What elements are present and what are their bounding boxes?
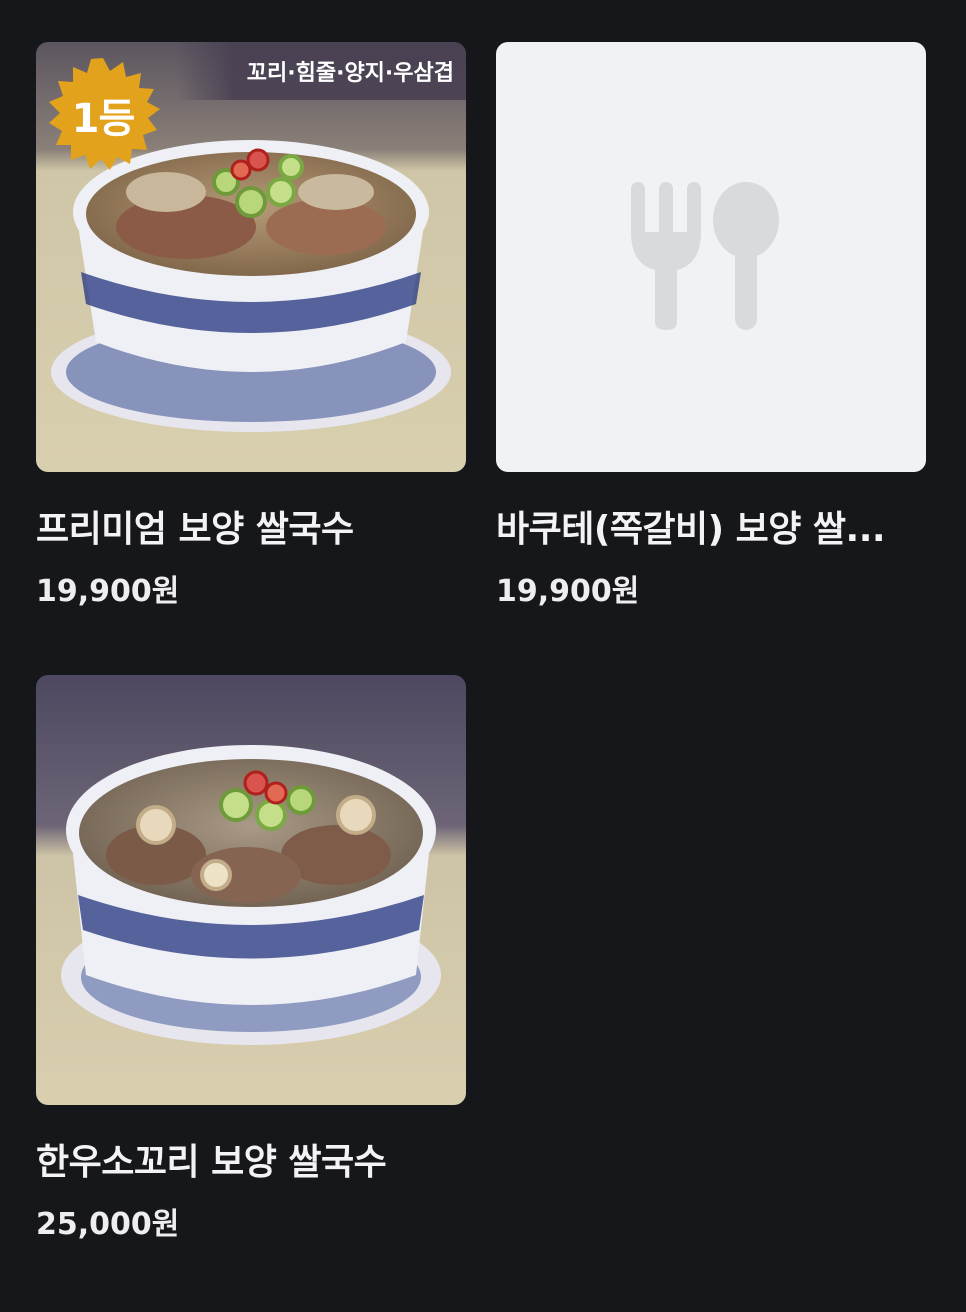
product-card-bakkute[interactable]: 바쿠테(쪽갈비) 보양 쌀... 19,900원 <box>496 42 926 610</box>
soup-bowl-image <box>36 675 466 1105</box>
rank-label: 1등 <box>71 96 136 142</box>
rank-badge: 1등 <box>44 56 162 174</box>
product-price: 25,000원 <box>36 1207 180 1242</box>
product-image[interactable] <box>36 675 466 1105</box>
product-price: 19,900원 <box>36 574 180 609</box>
fork-spoon-icon <box>631 182 779 330</box>
product-card-premium[interactable]: 1등 꼬리·힘줄·양지·우삼겹 프리미엄 보양 쌀국수 19,900원 <box>36 42 466 610</box>
ingredient-tags: 꼬리·힘줄·양지·우삼겹 <box>176 42 466 100</box>
product-name[interactable]: 한우소꼬리 보양 쌀국수 <box>36 1141 466 1185</box>
product-image[interactable]: 1등 꼬리·힘줄·양지·우삼겹 <box>36 42 466 472</box>
product-card-oxtail[interactable]: 한우소꼬리 보양 쌀국수 25,000원 <box>36 675 466 1243</box>
product-image-placeholder[interactable] <box>496 42 926 472</box>
product-price: 19,900원 <box>496 574 640 609</box>
product-name[interactable]: 바쿠테(쪽갈비) 보양 쌀... <box>496 508 926 552</box>
product-name[interactable]: 프리미엄 보양 쌀국수 <box>36 508 466 552</box>
